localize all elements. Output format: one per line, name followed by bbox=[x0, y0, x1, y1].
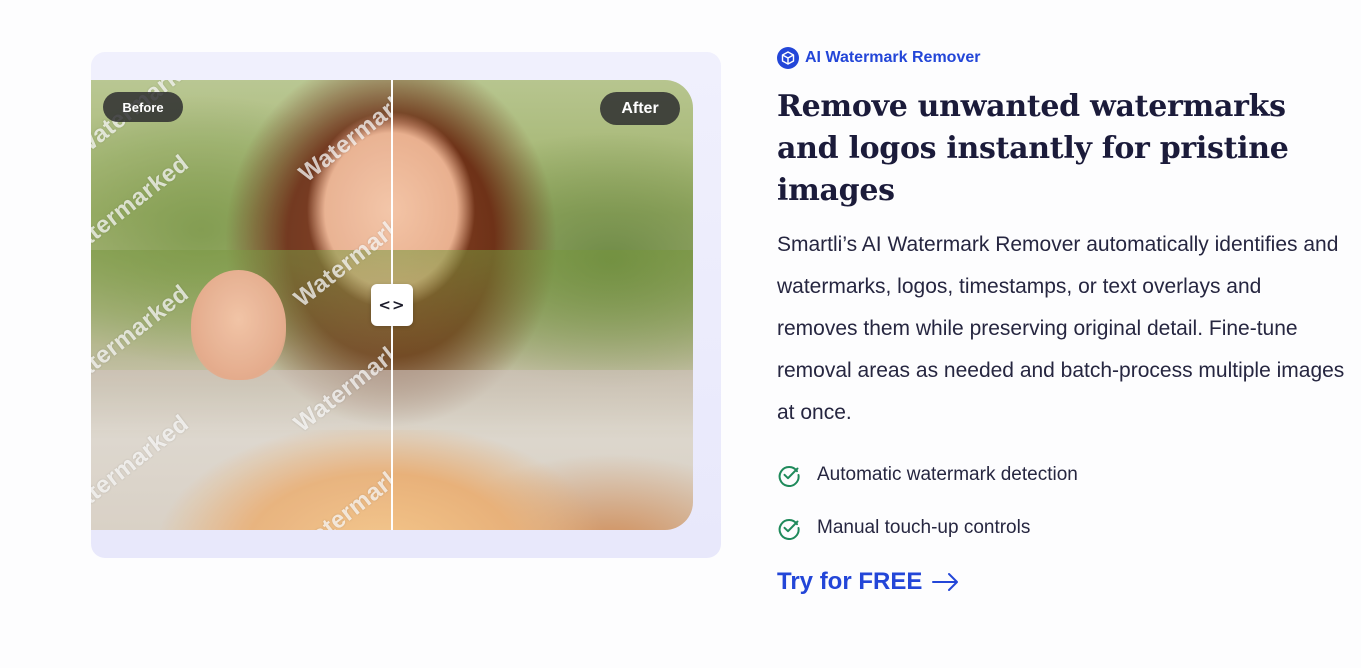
list-item: Automatic watermark detection bbox=[777, 448, 1347, 501]
eyebrow-label: AI Watermark Remover bbox=[805, 49, 981, 66]
before-after-comparison[interactable]: Watermarked Watermarked Watermarked Wate… bbox=[91, 52, 721, 558]
try-for-free-link[interactable]: Try for FREE bbox=[777, 568, 960, 596]
check-circle-icon bbox=[778, 465, 800, 487]
eyebrow: AI Watermark Remover bbox=[777, 46, 1347, 70]
feature-label: Manual touch-up controls bbox=[817, 516, 1031, 538]
cube-icon bbox=[777, 47, 799, 69]
after-label: After bbox=[600, 92, 680, 125]
feature-label: Automatic watermark detection bbox=[817, 463, 1078, 485]
code-arrows-icon: <> bbox=[378, 296, 406, 314]
watermark-text: Watermarked bbox=[288, 444, 392, 530]
arrow-right-icon bbox=[932, 573, 959, 591]
section-headline: Remove unwanted watermarks and logos ins… bbox=[777, 89, 1289, 208]
list-item: Manual touch-up controls bbox=[777, 501, 1347, 554]
check-circle-icon bbox=[778, 518, 800, 540]
before-side: Watermarked Watermarked Watermarked Wate… bbox=[91, 80, 392, 530]
watermark-text: Watermarked bbox=[91, 279, 195, 398]
watermark-text: Watermarked bbox=[91, 149, 195, 268]
feature-list: Automatic watermark detection Manual tou… bbox=[777, 448, 1347, 554]
section-description: Smartli’s AI Watermark Remover automatic… bbox=[777, 233, 1345, 424]
before-label: Before bbox=[103, 92, 183, 122]
cta-label: Try for FREE bbox=[777, 568, 923, 595]
page: Watermarked Watermarked Watermarked Wate… bbox=[0, 0, 1361, 668]
watermark-text: Watermarked bbox=[293, 80, 392, 188]
comparison-slider-handle[interactable]: <> bbox=[371, 284, 413, 326]
watermark-text: Watermarked bbox=[91, 409, 195, 528]
watermark-text: Watermarked bbox=[288, 319, 392, 438]
feature-description: AI Watermark Remover Remove unwanted wat… bbox=[777, 46, 1347, 596]
